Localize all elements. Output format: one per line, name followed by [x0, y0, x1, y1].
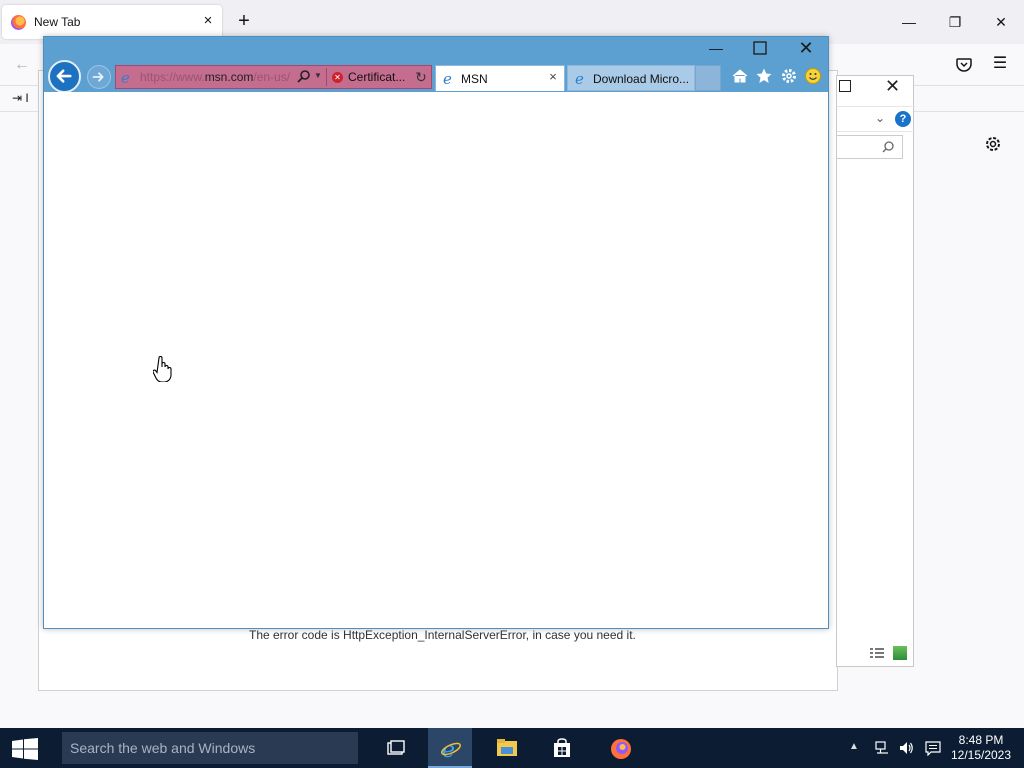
ie-tab-msn[interactable]: e MSN ×: [435, 65, 565, 91]
taskbar-clock[interactable]: 8:48 PM 12/15/2023: [946, 733, 1016, 763]
panel-search-box[interactable]: [837, 135, 903, 159]
taskbar-firefox[interactable]: [598, 728, 642, 768]
smiley-feedback-icon[interactable]: [804, 67, 822, 85]
search-icon[interactable]: [296, 69, 312, 85]
taskbar-internet-explorer[interactable]: e: [428, 728, 472, 768]
ie-logo-icon: e: [121, 70, 130, 85]
file-explorer-icon: [497, 739, 517, 756]
ie-forward-button[interactable]: [87, 65, 111, 89]
firefox-close-button[interactable]: ✕: [991, 12, 1011, 32]
store-icon: [554, 738, 570, 757]
action-center-icon[interactable]: [925, 740, 941, 756]
dropdown-arrow-icon[interactable]: ▼: [314, 71, 322, 80]
help-icon[interactable]: ?: [895, 111, 911, 127]
error-code-text: The error code is HttpException_Internal…: [249, 628, 636, 642]
home-icon[interactable]: [731, 67, 749, 85]
ie-logo-icon: e: [443, 71, 452, 86]
ie-back-button[interactable]: [48, 60, 81, 93]
pocket-icon[interactable]: [955, 56, 973, 74]
firefox-favicon-icon: [11, 15, 26, 30]
panel-header-row: ⌄ ?: [837, 106, 915, 132]
firefox-minimize-button[interactable]: —: [899, 12, 919, 32]
volume-icon[interactable]: [898, 740, 914, 756]
certificate-error-icon[interactable]: ✕: [332, 72, 343, 83]
network-icon[interactable]: [874, 740, 890, 756]
details-view-icon[interactable]: [869, 646, 885, 660]
task-view-icon: [387, 740, 405, 755]
svg-text:e: e: [575, 71, 584, 86]
firefox-tab-title: New Tab: [34, 15, 81, 29]
ie-address-bar[interactable]: e https://www.msn.com/en-us/ ▼ ✕ Certifi…: [115, 65, 432, 89]
ie-maximize-button[interactable]: [750, 39, 770, 57]
settings-gear-icon[interactable]: [983, 134, 1003, 154]
taskbar-search-box[interactable]: Search the web and Windows: [62, 732, 358, 764]
address-separator: [326, 68, 327, 86]
background-side-panel: ✕ ⌄ ?: [836, 75, 915, 667]
refresh-icon[interactable]: ↻: [413, 69, 429, 85]
taskbar-search-placeholder: Search the web and Windows: [70, 740, 256, 756]
search-icon: [882, 141, 894, 153]
certificate-error-label[interactable]: Certificat...: [348, 70, 408, 84]
panel-close-icon[interactable]: ✕: [885, 76, 905, 96]
tray-overflow-chevron-icon[interactable]: ▲: [849, 741, 861, 753]
firefox-tab-close-icon[interactable]: ×: [200, 13, 216, 29]
firefox-restore-button[interactable]: ❐: [945, 12, 965, 32]
firefox-icon: [611, 739, 631, 759]
ie-new-tab-button[interactable]: [695, 65, 721, 91]
firefox-back-icon[interactable]: ←: [14, 56, 32, 74]
hand-cursor-icon: [153, 356, 172, 382]
windows-start-icon[interactable]: [12, 738, 38, 760]
clock-date: 12/15/2023: [950, 748, 1012, 762]
firefox-tab-new-tab[interactable]: New Tab ×: [2, 5, 222, 39]
favorites-star-icon[interactable]: [755, 67, 773, 85]
thumbnail-view-icon[interactable]: [893, 646, 907, 660]
taskbar-store[interactable]: [540, 728, 584, 768]
internet-explorer-icon: e: [441, 738, 461, 760]
ie-logo-icon: e: [575, 71, 584, 86]
svg-text:e: e: [121, 70, 130, 85]
ie-title-bar: — ✕ e https://www.msn.com/en-us/ ▼ ✕ Cer…: [44, 37, 828, 93]
firefox-new-tab-button[interactable]: +: [234, 11, 254, 31]
internet-explorer-window: — ✕ e https://www.msn.com/en-us/ ▼ ✕ Cer…: [43, 36, 829, 629]
ie-tab-label: Download Micro...: [593, 72, 690, 86]
panel-maximize-icon[interactable]: [839, 80, 851, 92]
hamburger-menu-icon[interactable]: ☰: [991, 55, 1009, 73]
ie-close-button[interactable]: ✕: [796, 38, 816, 58]
clock-time: 8:48 PM: [958, 733, 1004, 747]
tools-gear-icon[interactable]: [780, 67, 798, 85]
task-view-button[interactable]: [374, 728, 418, 768]
ie-tab-close-icon[interactable]: ×: [546, 70, 560, 84]
windows-taskbar: Search the web and Windows e ▲ 8:48 PM 1…: [0, 728, 1024, 768]
ie-tab-download[interactable]: e Download Micro...: [567, 65, 695, 91]
ie-url-text[interactable]: https://www.msn.com/en-us/: [140, 70, 292, 86]
taskbar-file-explorer[interactable]: [484, 728, 528, 768]
ie-minimize-button[interactable]: —: [706, 39, 726, 57]
svg-text:e: e: [443, 71, 452, 86]
chevron-down-icon[interactable]: ⌄: [875, 111, 891, 127]
